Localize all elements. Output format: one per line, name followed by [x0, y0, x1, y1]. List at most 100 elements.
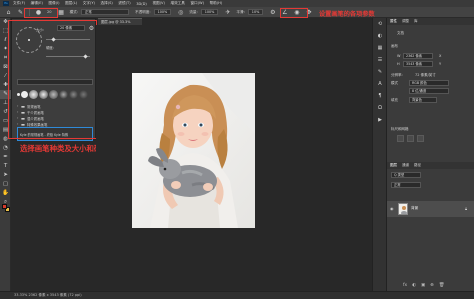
trash-icon[interactable]: 🗑	[439, 283, 445, 288]
eyedropper-tool-icon[interactable]: ⁄	[0, 72, 11, 81]
symmetry-icon[interactable]: ✥	[305, 9, 312, 16]
brush-tip-4[interactable]	[39, 89, 48, 99]
pressure-opacity-icon[interactable]: ◎	[177, 9, 184, 16]
brush-tip-1[interactable]	[17, 92, 20, 96]
blur-tool-icon[interactable]: ◍	[0, 135, 11, 144]
brush-tip-2[interactable]	[21, 90, 28, 98]
eraser-tool-icon[interactable]: ▭	[0, 117, 11, 126]
airbrush-icon[interactable]: ✈	[224, 9, 231, 16]
mode-select[interactable]: RGB 颜色	[409, 80, 449, 86]
smoothing-label: 平滑:	[236, 9, 245, 14]
paragraph-panel-icon[interactable]: ¶	[373, 90, 387, 102]
new-layer-icon[interactable]: ⊕	[430, 283, 434, 288]
flow-field[interactable]: 100%	[200, 9, 219, 15]
selected-brush-preset[interactable]: Kyle 的常规画笔 - 终极 Kyle 特殊	[17, 127, 93, 141]
group-icon[interactable]: ▣	[421, 283, 425, 288]
width-field[interactable]: 2362 像素	[403, 53, 433, 59]
brush-tip-5[interactable]	[49, 89, 58, 99]
shape-tool-icon[interactable]: ▢	[0, 180, 11, 189]
opacity-field[interactable]: 100%	[153, 9, 172, 15]
brush-picker-gear-icon[interactable]: ⚙	[88, 25, 95, 32]
brush-preset-picker-panel: 大小: 20 像素 ⚙ 硬度: › ▬ 常规画笔 › ▬ 干介质画笔 › ▬ 湿…	[11, 18, 96, 141]
hardness-slider-knob[interactable]	[83, 54, 88, 59]
eye-icon[interactable]: ◉	[390, 206, 394, 211]
guides-button-2[interactable]	[407, 135, 414, 142]
menu-filter[interactable]: 滤镜(T)	[118, 1, 130, 6]
document-photo[interactable]	[132, 73, 255, 228]
hardness-label: 硬度:	[46, 46, 54, 50]
actions-panel-icon[interactable]: ▶	[373, 114, 387, 126]
path-select-tool-icon[interactable]: ➤	[0, 171, 11, 180]
brush-tool-icon[interactable]: ✎	[17, 9, 24, 16]
brush-tool-icon[interactable]: ✎	[0, 90, 11, 99]
height-field[interactable]: 3543 像素	[403, 61, 433, 67]
document-tab[interactable]: 图层.jpg @ 33.3%	[98, 18, 142, 25]
brush-tip-7[interactable]	[69, 89, 78, 99]
pen-tool-icon[interactable]: ✒	[0, 153, 11, 162]
brush-search-input[interactable]	[17, 79, 93, 85]
layers-filter-kind[interactable]: Q 类型	[391, 172, 421, 178]
menu-layer[interactable]: 图层(L)	[65, 1, 77, 6]
width-label: W	[397, 54, 401, 58]
quick-select-tool-icon[interactable]: ✦	[0, 45, 11, 54]
menu-3d[interactable]: 3D(D)	[136, 2, 147, 6]
brush-tip-8[interactable]	[79, 89, 88, 99]
layer-row-background[interactable]: ◉ 背景 🔒︎	[387, 201, 474, 217]
frame-tool-icon[interactable]: ⊠	[0, 63, 11, 72]
brush-tip-6[interactable]	[59, 89, 68, 99]
tab-channels[interactable]: 通道	[402, 163, 409, 168]
smoothing-settings-icon[interactable]: ⚙	[269, 9, 276, 16]
brush-preset-picker-icon[interactable]: ●	[35, 9, 42, 16]
history-brush-tool-icon[interactable]: ↺	[0, 108, 11, 117]
tab-layers[interactable]: 图层	[390, 163, 397, 168]
menu-edit[interactable]: 编辑(E)	[31, 1, 43, 6]
menu-help[interactable]: 帮助(H)	[210, 1, 223, 6]
guides-button-3[interactable]	[417, 135, 424, 142]
fx-icon[interactable]: fx	[403, 283, 407, 288]
angle-icon[interactable]: ∠	[281, 9, 288, 16]
tab-adjustments[interactable]: 调整	[402, 19, 409, 24]
pressure-size-icon[interactable]: ◉	[293, 9, 300, 16]
guides-button-1[interactable]	[397, 135, 404, 142]
glyphs-panel-icon[interactable]: Ω	[373, 102, 387, 114]
fill-select[interactable]: 背景色	[409, 97, 437, 103]
color-panel-icon[interactable]: ◐	[373, 30, 387, 42]
menu-file[interactable]: 文件(F)	[13, 1, 25, 6]
menu-type[interactable]: 文字(Y)	[83, 1, 95, 6]
tab-properties[interactable]: 属性	[390, 19, 397, 24]
lasso-tool-icon[interactable]: ℓ	[0, 36, 11, 45]
size-slider-knob[interactable]	[51, 37, 56, 42]
home-icon[interactable]: ⌂	[5, 9, 12, 16]
swatches-panel-icon[interactable]: ▦	[373, 42, 387, 54]
crop-tool-icon[interactable]: ⌗	[0, 54, 11, 63]
mask-icon[interactable]: ◐	[412, 283, 416, 288]
dodge-tool-icon[interactable]: ◔	[0, 144, 11, 153]
menu-select[interactable]: 选择(S)	[101, 1, 113, 6]
menu-view[interactable]: 视图(V)	[152, 1, 164, 6]
brush-settings-panel-icon[interactable]: ✎	[373, 66, 387, 78]
gradient-tool-icon[interactable]: ▤	[0, 126, 11, 135]
canvas-label: 画布	[391, 44, 398, 48]
type-tool-icon[interactable]: T	[0, 162, 11, 171]
properties-panel-icon[interactable]: ☰	[373, 54, 387, 66]
depth-select[interactable]: 8 位/通道	[409, 88, 449, 94]
tab-libraries[interactable]: 库	[414, 19, 418, 24]
marquee-tool-icon[interactable]: ⬚	[0, 27, 11, 36]
move-tool-icon[interactable]: ✥	[0, 18, 11, 27]
hand-tool-icon[interactable]: ✋	[0, 189, 11, 198]
brush-settings-icon[interactable]: ▦	[58, 9, 65, 16]
foreground-color-swatch[interactable]	[2, 204, 7, 209]
healing-tool-icon[interactable]: ✚	[0, 81, 11, 90]
history-panel-icon[interactable]: ⟲	[373, 18, 387, 30]
tab-paths[interactable]: 路径	[414, 163, 421, 168]
menu-plugins[interactable]: 增效工具	[170, 1, 184, 6]
mode-select[interactable]: 正常	[80, 9, 129, 15]
size-field[interactable]: 20 像素	[57, 25, 85, 31]
menu-window[interactable]: 窗口(W)	[190, 1, 204, 6]
stamp-tool-icon[interactable]: ⊥	[0, 99, 11, 108]
layers-blend-mode[interactable]: 正常	[391, 182, 421, 188]
menu-image[interactable]: 图像(I)	[49, 1, 60, 6]
character-panel-icon[interactable]: A	[373, 78, 387, 90]
brush-tip-3[interactable]	[29, 89, 38, 99]
smoothing-field[interactable]: 10%	[247, 9, 264, 15]
